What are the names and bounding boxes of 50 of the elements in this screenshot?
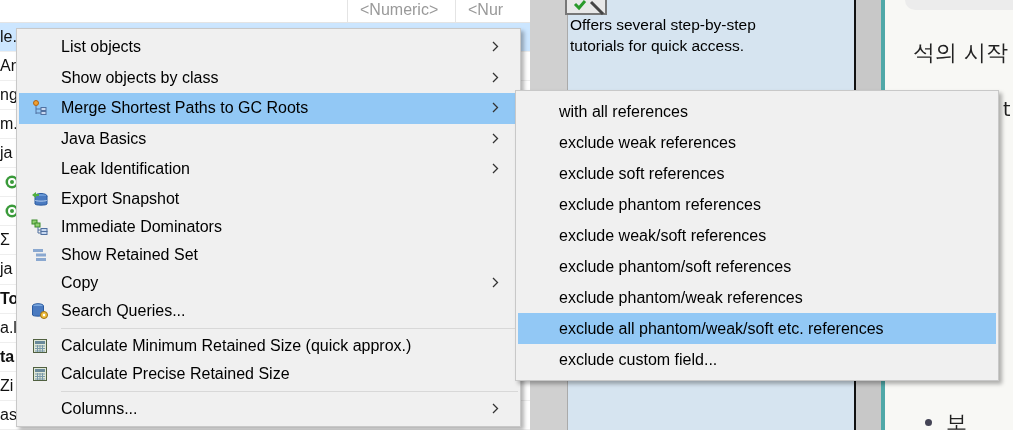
menu-item[interactable]: Copy bbox=[19, 268, 518, 297]
menu-item[interactable]: exclude weak references bbox=[518, 127, 996, 158]
menu-item[interactable]: exclude custom field... bbox=[518, 344, 996, 375]
table-cell: ja bbox=[0, 260, 13, 279]
table-cell: a.l bbox=[0, 318, 17, 337]
chevron-right-icon bbox=[492, 102, 499, 114]
chevron-right-icon bbox=[492, 276, 499, 288]
document-text: 보 bbox=[946, 409, 967, 430]
tutorial-icon bbox=[565, 0, 609, 16]
chevron-right-icon bbox=[492, 132, 499, 144]
menu-item[interactable]: exclude phantom/weak references bbox=[518, 282, 996, 313]
chevron-right-icon bbox=[492, 163, 499, 175]
menu-item[interactable]: exclude all phantom/weak/soft etc. references bbox=[518, 313, 996, 344]
menu-item[interactable]: Calculate Precise Retained Size bbox=[19, 359, 518, 388]
table-cell: Ar bbox=[0, 56, 16, 75]
table-cell: Σ bbox=[0, 231, 10, 250]
tutorial-description: Offers several step-by-step tutorials for quick access. bbox=[570, 15, 757, 56]
table-cell: ta bbox=[0, 347, 15, 366]
menu-item[interactable]: exclude phantom/soft references bbox=[518, 251, 996, 282]
menu-item[interactable]: exclude phantom references bbox=[518, 189, 996, 220]
menu-item[interactable]: Java Basics bbox=[19, 123, 518, 154]
menu-item[interactable]: with all references bbox=[518, 96, 996, 127]
menu-item[interactable]: Search Queries... bbox=[19, 296, 518, 325]
menu-item[interactable]: Export Snapshot bbox=[19, 184, 518, 213]
menu-item[interactable]: exclude soft references bbox=[518, 158, 996, 189]
table-cell: ja bbox=[0, 144, 13, 163]
tree-icon bbox=[31, 218, 49, 235]
calculator-icon bbox=[33, 366, 47, 381]
table-cell: Zi bbox=[0, 376, 14, 395]
database-icon bbox=[31, 189, 49, 208]
list-icon bbox=[32, 247, 48, 262]
document-text: t bbox=[1003, 98, 1011, 120]
menu-item[interactable]: Immediate Dominators bbox=[19, 212, 518, 241]
chevron-right-icon bbox=[492, 41, 499, 53]
database-icon bbox=[31, 301, 49, 320]
menu-item[interactable]: Show Retained Set bbox=[19, 240, 518, 269]
document-heading: 석의 시작 bbox=[913, 39, 1008, 67]
chevron-right-icon bbox=[492, 71, 499, 83]
menu-item[interactable]: Show objects by class bbox=[19, 62, 518, 93]
table-cell: m. bbox=[0, 114, 18, 133]
calculator-icon bbox=[33, 338, 47, 353]
menu-item[interactable]: List objects bbox=[19, 32, 518, 63]
bullet-icon bbox=[925, 418, 932, 426]
table-cell: as bbox=[0, 406, 17, 424]
menu-item[interactable]: Merge Shortest Paths to GC Roots bbox=[19, 93, 518, 124]
table-cell: le. bbox=[0, 27, 17, 46]
menu-item[interactable]: exclude weak/soft references bbox=[518, 220, 996, 251]
menu-item[interactable]: Leak Identification bbox=[19, 154, 518, 185]
chevron-right-icon bbox=[492, 402, 499, 414]
tree-icon bbox=[32, 100, 48, 117]
